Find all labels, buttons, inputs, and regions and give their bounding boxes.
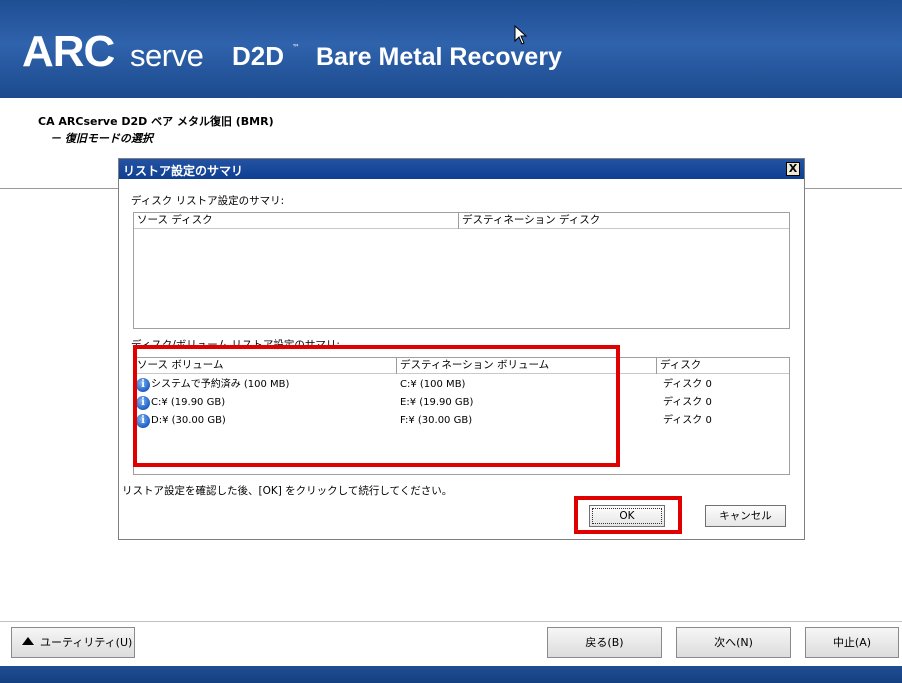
- table-row[interactable]: i D:¥ (30.00 GB) F:¥ (30.00 GB) ディスク 0: [134, 412, 789, 430]
- table-header: ソース ディスク デスティネーション ディスク: [134, 213, 789, 229]
- dest-volume: C:¥ (100 MB): [400, 379, 466, 390]
- dialog-title: リストア設定のサマリ: [123, 164, 244, 178]
- next-button[interactable]: 次へ(N): [676, 627, 791, 658]
- logo-arc: ARC: [22, 27, 115, 76]
- app-title: Bare Metal Recovery: [316, 43, 562, 71]
- dialog-titlebar[interactable]: リストア設定のサマリ X: [119, 159, 804, 179]
- disk-number: ディスク 0: [663, 415, 712, 426]
- header-banner: ARC serve D2D ™ Bare Metal Recovery: [0, 0, 902, 98]
- logo-trademark: ™: [292, 43, 300, 52]
- mouse-pointer-icon: [514, 25, 528, 45]
- close-button[interactable]: X: [786, 162, 800, 176]
- page-step-title: － 復旧モードの選択: [50, 132, 153, 145]
- utility-button[interactable]: ユーティリティ(U): [11, 627, 135, 658]
- logo-serve: serve: [130, 38, 204, 73]
- abort-button-label: 中止(A): [832, 636, 872, 649]
- table-header: ソース ボリューム デスティネーション ボリューム ディスク: [134, 358, 789, 374]
- footer-divider: [0, 621, 902, 622]
- disk-summary-table[interactable]: ソース ディスク デスティネーション ディスク: [133, 212, 790, 329]
- cancel-button[interactable]: キャンセル: [705, 505, 786, 527]
- source-volume-cell: i D:¥ (30.00 GB): [134, 412, 397, 430]
- volume-summary-table[interactable]: ソース ボリューム デスティネーション ボリューム ディスク i システムで予約…: [133, 357, 790, 475]
- abort-button[interactable]: 中止(A): [805, 627, 899, 658]
- next-button-label: 次へ(N): [714, 636, 753, 649]
- source-volume: システムで予約済み (100 MB): [151, 379, 290, 390]
- disk-summary-label: ディスク リストア設定のサマリ:: [131, 195, 285, 207]
- table-row[interactable]: i システムで予約済み (100 MB) C:¥ (100 MB) ディスク 0: [134, 376, 789, 394]
- restore-summary-dialog: リストア設定のサマリ X ディスク リストア設定のサマリ: ソース ディスク デ…: [118, 158, 805, 540]
- source-volume-cell: i システムで予約済み (100 MB): [134, 376, 397, 394]
- ok-button[interactable]: OK: [589, 505, 665, 527]
- column-header-disk[interactable]: ディスク: [657, 358, 789, 374]
- volume-summary-label: ディスク/ボリューム リストア設定のサマリ:: [131, 339, 340, 351]
- back-button[interactable]: 戻る(B): [547, 627, 662, 658]
- utility-button-label: ユーティリティ(U): [40, 636, 133, 649]
- source-volume: D:¥ (30.00 GB): [151, 415, 226, 426]
- divider-right: [805, 188, 902, 189]
- info-icon: i: [136, 414, 150, 428]
- dest-volume: E:¥ (19.90 GB): [400, 397, 474, 408]
- back-button-label: 戻る(B): [585, 636, 624, 649]
- logo-d2d: D2D: [232, 41, 285, 71]
- column-header-dest-volume[interactable]: デスティネーション ボリューム: [397, 358, 657, 374]
- column-header-dest-disk[interactable]: デスティネーション ディスク: [459, 213, 789, 229]
- dest-volume: F:¥ (30.00 GB): [400, 415, 473, 426]
- disk-number: ディスク 0: [663, 397, 712, 408]
- disk-number: ディスク 0: [663, 379, 712, 390]
- source-volume: C:¥ (19.90 GB): [151, 397, 226, 408]
- triangle-up-icon: [22, 637, 34, 645]
- footer-bar: [0, 666, 902, 683]
- info-icon: i: [136, 396, 150, 410]
- column-header-source-disk[interactable]: ソース ディスク: [134, 213, 459, 229]
- source-volume-cell: i C:¥ (19.90 GB): [134, 394, 397, 412]
- divider-left: [0, 188, 118, 189]
- instruction-text: リストア設定を確認した後、[OK] をクリックして続行してください。: [122, 485, 453, 497]
- info-icon: i: [136, 378, 150, 392]
- page-subtitle: CA ARCserve D2D ベア メタル復旧 (BMR): [38, 115, 274, 128]
- table-row[interactable]: i C:¥ (19.90 GB) E:¥ (19.90 GB) ディスク 0: [134, 394, 789, 412]
- column-header-source-volume[interactable]: ソース ボリューム: [134, 358, 397, 374]
- cancel-button-label: キャンセル: [719, 510, 772, 522]
- focus-ring: [592, 508, 662, 524]
